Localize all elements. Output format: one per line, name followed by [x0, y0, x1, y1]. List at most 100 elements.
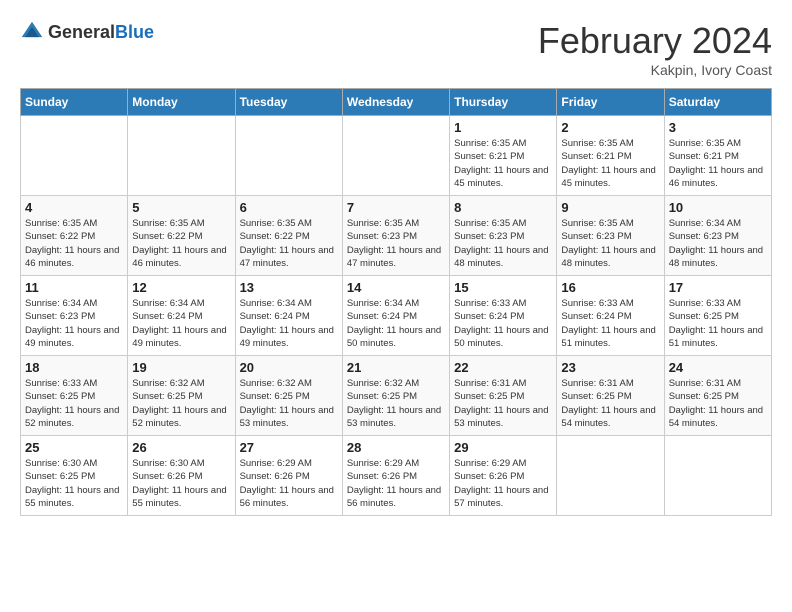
calendar-cell: 26 Sunrise: 6:30 AMSunset: 6:26 PMDaylig… — [128, 436, 235, 516]
day-number: 28 — [347, 440, 445, 455]
calendar-week-row: 11 Sunrise: 6:34 AMSunset: 6:23 PMDaylig… — [21, 276, 772, 356]
calendar-cell: 24 Sunrise: 6:31 AMSunset: 6:25 PMDaylig… — [664, 356, 771, 436]
day-info: Sunrise: 6:30 AMSunset: 6:25 PMDaylight:… — [25, 458, 119, 509]
day-number: 4 — [25, 200, 123, 215]
day-number: 21 — [347, 360, 445, 375]
day-info: Sunrise: 6:33 AMSunset: 6:24 PMDaylight:… — [454, 298, 548, 349]
calendar-cell — [664, 436, 771, 516]
day-info: Sunrise: 6:33 AMSunset: 6:25 PMDaylight:… — [25, 378, 119, 429]
day-number: 6 — [240, 200, 338, 215]
day-number: 13 — [240, 280, 338, 295]
calendar-cell: 12 Sunrise: 6:34 AMSunset: 6:24 PMDaylig… — [128, 276, 235, 356]
calendar-week-row: 4 Sunrise: 6:35 AMSunset: 6:22 PMDayligh… — [21, 196, 772, 276]
day-number: 18 — [25, 360, 123, 375]
day-number: 7 — [347, 200, 445, 215]
calendar-cell: 8 Sunrise: 6:35 AMSunset: 6:23 PMDayligh… — [450, 196, 557, 276]
calendar-cell: 10 Sunrise: 6:34 AMSunset: 6:23 PMDaylig… — [664, 196, 771, 276]
calendar-cell: 21 Sunrise: 6:32 AMSunset: 6:25 PMDaylig… — [342, 356, 449, 436]
calendar-title-section: February 2024 Kakpin, Ivory Coast — [538, 20, 772, 78]
day-number: 8 — [454, 200, 552, 215]
day-info: Sunrise: 6:29 AMSunset: 6:26 PMDaylight:… — [347, 458, 441, 509]
day-info: Sunrise: 6:35 AMSunset: 6:23 PMDaylight:… — [561, 218, 655, 269]
calendar-cell — [128, 116, 235, 196]
calendar-cell: 15 Sunrise: 6:33 AMSunset: 6:24 PMDaylig… — [450, 276, 557, 356]
day-number: 25 — [25, 440, 123, 455]
day-info: Sunrise: 6:32 AMSunset: 6:25 PMDaylight:… — [347, 378, 441, 429]
calendar-cell: 20 Sunrise: 6:32 AMSunset: 6:25 PMDaylig… — [235, 356, 342, 436]
calendar-cell: 28 Sunrise: 6:29 AMSunset: 6:26 PMDaylig… — [342, 436, 449, 516]
day-info: Sunrise: 6:35 AMSunset: 6:21 PMDaylight:… — [454, 138, 548, 189]
day-number: 1 — [454, 120, 552, 135]
header-thursday: Thursday — [450, 89, 557, 116]
calendar-cell: 5 Sunrise: 6:35 AMSunset: 6:22 PMDayligh… — [128, 196, 235, 276]
calendar-cell: 6 Sunrise: 6:35 AMSunset: 6:22 PMDayligh… — [235, 196, 342, 276]
day-info: Sunrise: 6:31 AMSunset: 6:25 PMDaylight:… — [561, 378, 655, 429]
day-number: 17 — [669, 280, 767, 295]
calendar-cell: 29 Sunrise: 6:29 AMSunset: 6:26 PMDaylig… — [450, 436, 557, 516]
calendar-cell: 9 Sunrise: 6:35 AMSunset: 6:23 PMDayligh… — [557, 196, 664, 276]
calendar-cell: 23 Sunrise: 6:31 AMSunset: 6:25 PMDaylig… — [557, 356, 664, 436]
day-info: Sunrise: 6:34 AMSunset: 6:24 PMDaylight:… — [347, 298, 441, 349]
calendar-cell: 14 Sunrise: 6:34 AMSunset: 6:24 PMDaylig… — [342, 276, 449, 356]
calendar-cell: 11 Sunrise: 6:34 AMSunset: 6:23 PMDaylig… — [21, 276, 128, 356]
day-number: 29 — [454, 440, 552, 455]
day-number: 22 — [454, 360, 552, 375]
day-number: 24 — [669, 360, 767, 375]
day-info: Sunrise: 6:33 AMSunset: 6:25 PMDaylight:… — [669, 298, 763, 349]
day-number: 19 — [132, 360, 230, 375]
day-number: 11 — [25, 280, 123, 295]
header-sunday: Sunday — [21, 89, 128, 116]
calendar-cell: 19 Sunrise: 6:32 AMSunset: 6:25 PMDaylig… — [128, 356, 235, 436]
day-info: Sunrise: 6:34 AMSunset: 6:23 PMDaylight:… — [25, 298, 119, 349]
calendar-cell: 18 Sunrise: 6:33 AMSunset: 6:25 PMDaylig… — [21, 356, 128, 436]
day-number: 3 — [669, 120, 767, 135]
calendar-cell: 25 Sunrise: 6:30 AMSunset: 6:25 PMDaylig… — [21, 436, 128, 516]
logo-text: GeneralBlue — [48, 22, 154, 43]
calendar-cell — [21, 116, 128, 196]
header-wednesday: Wednesday — [342, 89, 449, 116]
day-info: Sunrise: 6:35 AMSunset: 6:21 PMDaylight:… — [669, 138, 763, 189]
calendar-cell: 2 Sunrise: 6:35 AMSunset: 6:21 PMDayligh… — [557, 116, 664, 196]
calendar-cell — [342, 116, 449, 196]
calendar-cell — [557, 436, 664, 516]
logo-blue: Blue — [115, 22, 154, 42]
calendar-title: February 2024 — [538, 20, 772, 62]
logo-icon — [20, 20, 44, 44]
day-number: 23 — [561, 360, 659, 375]
day-number: 5 — [132, 200, 230, 215]
day-number: 27 — [240, 440, 338, 455]
day-info: Sunrise: 6:34 AMSunset: 6:24 PMDaylight:… — [132, 298, 226, 349]
day-number: 10 — [669, 200, 767, 215]
day-info: Sunrise: 6:35 AMSunset: 6:22 PMDaylight:… — [25, 218, 119, 269]
calendar-subtitle: Kakpin, Ivory Coast — [538, 62, 772, 78]
header-saturday: Saturday — [664, 89, 771, 116]
day-info: Sunrise: 6:31 AMSunset: 6:25 PMDaylight:… — [669, 378, 763, 429]
calendar-cell: 3 Sunrise: 6:35 AMSunset: 6:21 PMDayligh… — [664, 116, 771, 196]
day-info: Sunrise: 6:30 AMSunset: 6:26 PMDaylight:… — [132, 458, 226, 509]
header-friday: Friday — [557, 89, 664, 116]
day-info: Sunrise: 6:35 AMSunset: 6:23 PMDaylight:… — [454, 218, 548, 269]
day-number: 15 — [454, 280, 552, 295]
day-info: Sunrise: 6:29 AMSunset: 6:26 PMDaylight:… — [240, 458, 334, 509]
calendar-cell: 17 Sunrise: 6:33 AMSunset: 6:25 PMDaylig… — [664, 276, 771, 356]
calendar-cell: 1 Sunrise: 6:35 AMSunset: 6:21 PMDayligh… — [450, 116, 557, 196]
day-info: Sunrise: 6:31 AMSunset: 6:25 PMDaylight:… — [454, 378, 548, 429]
day-number: 12 — [132, 280, 230, 295]
day-info: Sunrise: 6:32 AMSunset: 6:25 PMDaylight:… — [132, 378, 226, 429]
calendar-cell: 27 Sunrise: 6:29 AMSunset: 6:26 PMDaylig… — [235, 436, 342, 516]
day-info: Sunrise: 6:35 AMSunset: 6:22 PMDaylight:… — [132, 218, 226, 269]
calendar-cell: 16 Sunrise: 6:33 AMSunset: 6:24 PMDaylig… — [557, 276, 664, 356]
header-tuesday: Tuesday — [235, 89, 342, 116]
calendar-cell: 22 Sunrise: 6:31 AMSunset: 6:25 PMDaylig… — [450, 356, 557, 436]
day-info: Sunrise: 6:35 AMSunset: 6:21 PMDaylight:… — [561, 138, 655, 189]
day-info: Sunrise: 6:34 AMSunset: 6:23 PMDaylight:… — [669, 218, 763, 269]
day-info: Sunrise: 6:32 AMSunset: 6:25 PMDaylight:… — [240, 378, 334, 429]
calendar-week-row: 18 Sunrise: 6:33 AMSunset: 6:25 PMDaylig… — [21, 356, 772, 436]
weekday-header-row: Sunday Monday Tuesday Wednesday Thursday… — [21, 89, 772, 116]
calendar-cell — [235, 116, 342, 196]
day-info: Sunrise: 6:35 AMSunset: 6:23 PMDaylight:… — [347, 218, 441, 269]
logo: GeneralBlue — [20, 20, 154, 44]
day-info: Sunrise: 6:34 AMSunset: 6:24 PMDaylight:… — [240, 298, 334, 349]
header-monday: Monday — [128, 89, 235, 116]
day-info: Sunrise: 6:29 AMSunset: 6:26 PMDaylight:… — [454, 458, 548, 509]
